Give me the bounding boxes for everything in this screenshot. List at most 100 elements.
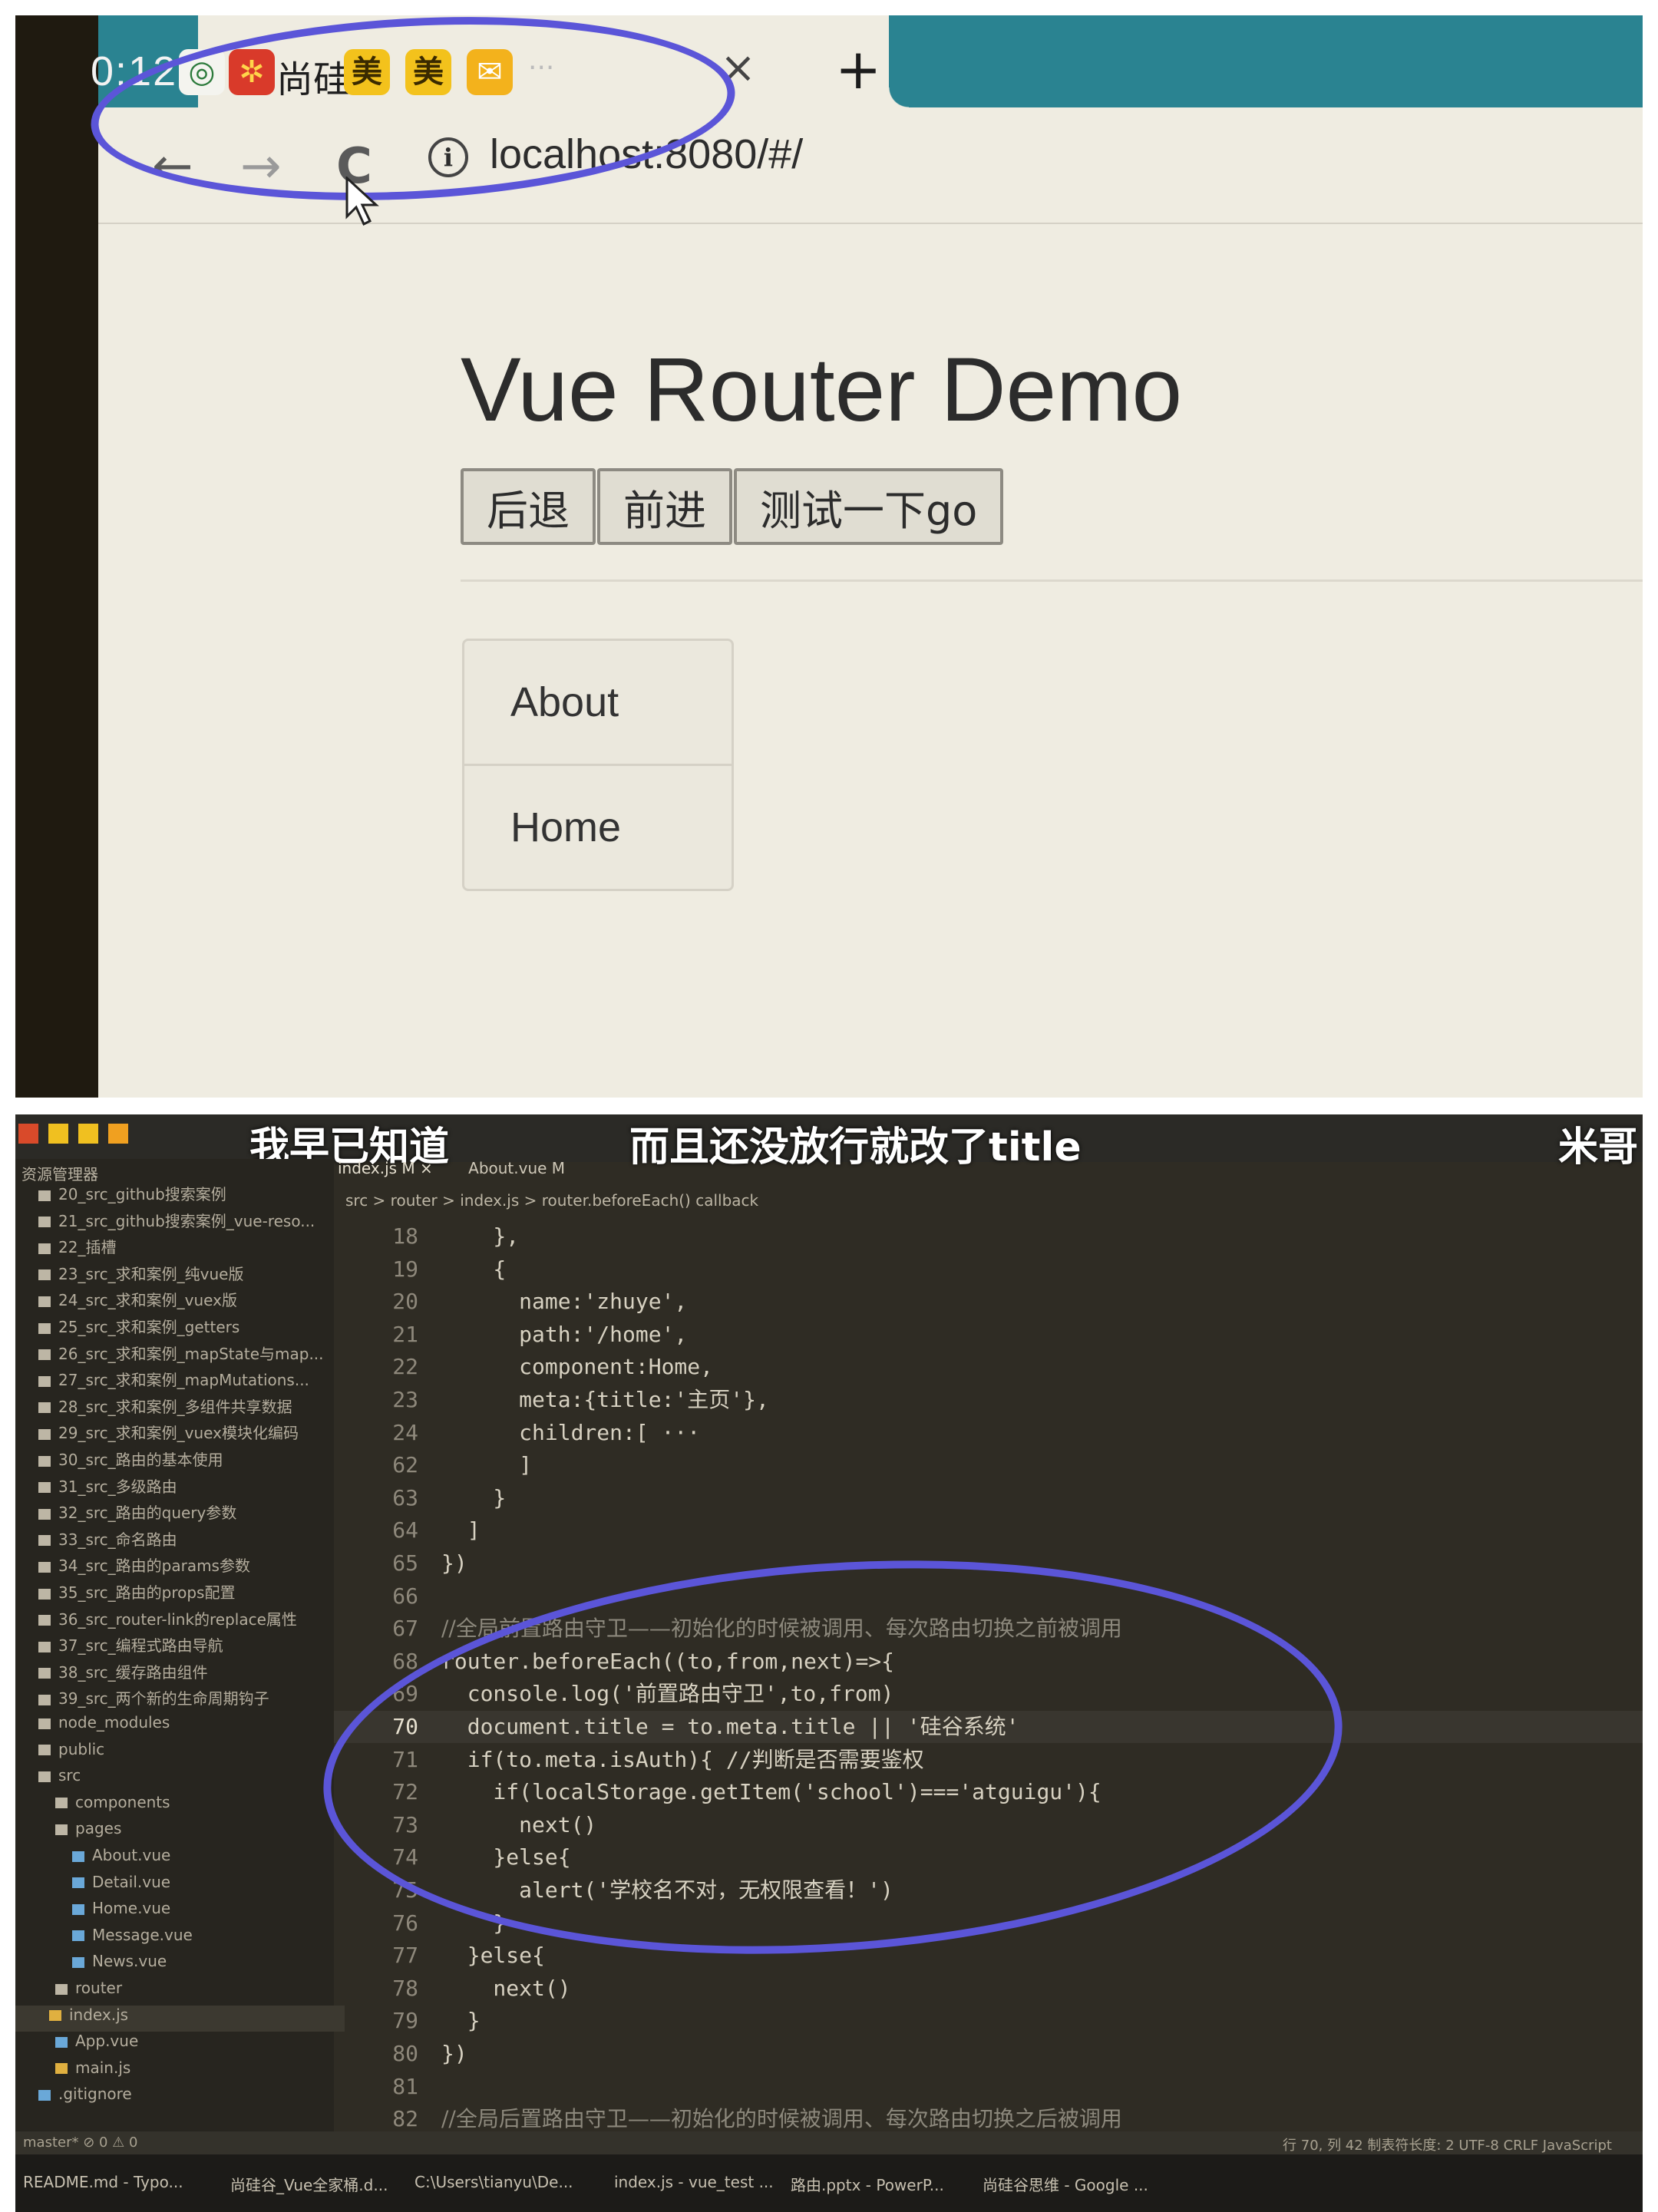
folder-icon <box>38 1217 51 1228</box>
taskbar-item[interactable]: 尚硅谷思维 - Google ... <box>983 2173 1148 2195</box>
router-link-home[interactable]: Home <box>464 764 732 889</box>
explorer-item-label: 21_src_github搜索案例_vue-reso... <box>58 1211 315 1230</box>
status-right[interactable]: 行 70, 列 42 制表符长度: 2 UTF-8 CRLF JavaScrip… <box>1283 2134 1612 2154</box>
code-line[interactable]: 63 } <box>334 1482 1643 1514</box>
explorer-folder-item[interactable]: 33_src_命名路由 <box>38 1527 177 1553</box>
code-line[interactable]: 78 next() <box>334 1973 1643 2005</box>
explorer-folder-item[interactable]: 37_src_编程式路由导航 <box>38 1633 223 1659</box>
explorer-item-label: 33_src_命名路由 <box>58 1530 177 1549</box>
taskbar-item[interactable]: C:\Users\tianyu\De... <box>414 2173 573 2191</box>
taskbar-item[interactable]: index.js - vue_test ... <box>614 2173 774 2191</box>
code-line[interactable]: 22 component:Home, <box>334 1351 1643 1383</box>
explorer-folder-item[interactable]: components <box>38 1793 170 1819</box>
folder-icon <box>38 1190 51 1201</box>
explorer-item-label: pages <box>75 1819 122 1838</box>
code-line[interactable]: 81 <box>334 2071 1643 2103</box>
explorer-folder-item[interactable]: 24_src_求和案例_vuex版 <box>38 1288 237 1314</box>
explorer-item-label: 37_src_编程式路由导航 <box>58 1636 223 1656</box>
explorer-folder-item[interactable]: 25_src_求和案例_getters <box>38 1315 239 1341</box>
folder-icon <box>38 1296 51 1307</box>
code-line[interactable]: 64 ] <box>334 1514 1643 1547</box>
folder-icon <box>38 1375 51 1387</box>
code-line[interactable]: 20 name:'zhuye', <box>334 1286 1643 1318</box>
explorer-folder-item[interactable]: pages <box>38 1819 121 1845</box>
explorer-folder-item[interactable]: 31_src_多级路由 <box>38 1474 177 1501</box>
explorer-file-item[interactable]: News.vue <box>38 1952 167 1978</box>
line-number: 21 <box>392 1321 418 1347</box>
file-icon <box>49 2010 61 2022</box>
explorer-folder-item[interactable]: public <box>38 1740 104 1766</box>
line-number: 62 <box>392 1452 418 1478</box>
explorer-folder-item[interactable]: src <box>38 1766 81 1792</box>
code-line[interactable]: 21 path:'/home', <box>334 1319 1643 1351</box>
code-line[interactable]: 18 }, <box>334 1220 1643 1253</box>
explorer-folder-item[interactable]: 36_src_router-link的replace属性 <box>38 1607 297 1633</box>
explorer-folder-item[interactable]: router <box>38 1979 122 2005</box>
explorer-folder-item[interactable]: 29_src_求和案例_vuex模块化编码 <box>38 1421 299 1447</box>
code-line[interactable]: 79 } <box>334 2005 1643 2037</box>
code-line[interactable]: 19 { <box>334 1253 1643 1286</box>
mouse-cursor-icon <box>345 177 379 226</box>
explorer-file-item[interactable]: Message.vue <box>38 1926 193 1952</box>
explorer-file-item[interactable]: App.vue <box>38 2032 138 2058</box>
folder-icon <box>38 1641 51 1652</box>
explorer-file-item[interactable]: main.js <box>38 2058 130 2085</box>
explorer-item-label: 38_src_缓存路由组件 <box>58 1662 208 1682</box>
code-line[interactable]: 82 //全局后置路由守卫——初始化的时候被调用、每次路由切换之后被调用 <box>334 2103 1643 2135</box>
explorer-file-item[interactable]: Home.vue <box>38 1899 170 1925</box>
explorer-item-label: 27_src_求和案例_mapMutations... <box>58 1371 309 1390</box>
explorer-folder-item[interactable]: 26_src_求和案例_mapState与map... <box>38 1342 324 1368</box>
taskbar-item[interactable]: 路由.pptx - PowerP... <box>791 2173 944 2195</box>
explorer-header: 资源管理器 <box>21 1165 98 1184</box>
file-icon <box>55 2036 68 2048</box>
code-line[interactable]: 77 }else{ <box>334 1940 1643 1972</box>
explorer-folder-item[interactable]: 28_src_求和案例_多组件共享数据 <box>38 1395 292 1421</box>
vscode-title-bar: 我早已知道 而且还没放行就改了title 米哥 <box>15 1114 1643 1170</box>
explorer-file-item[interactable]: .gitignore <box>38 2085 132 2111</box>
explorer-folder-item[interactable]: 39_src_两个新的生命周期钩子 <box>38 1686 269 1712</box>
code-line[interactable]: 80}) <box>334 2038 1643 2070</box>
taskbar-item[interactable]: README.md - Typo... <box>23 2173 183 2191</box>
explorer-folder-item[interactable]: 21_src_github搜索案例_vue-reso... <box>38 1209 315 1235</box>
folder-icon <box>38 1561 51 1573</box>
file-icon <box>72 1903 84 1915</box>
explorer-folder-item[interactable]: 32_src_路由的query参数 <box>38 1501 236 1527</box>
taskbar-item[interactable]: 尚硅谷_Vue全家桶.d... <box>230 2173 388 2195</box>
file-icon <box>72 1877 84 1889</box>
router-link-about[interactable]: About <box>464 641 732 764</box>
code-text: //全局后置路由守卫——初始化的时候被调用、每次路由切换之后被调用 <box>441 2106 1122 2132</box>
explorer-file-item[interactable]: Detail.vue <box>38 1873 170 1899</box>
new-tab-button[interactable]: + <box>835 37 881 101</box>
test-go-button[interactable]: 测试一下go <box>734 468 1004 545</box>
explorer-folder-item[interactable]: 27_src_求和案例_mapMutations... <box>38 1368 309 1394</box>
file-icon <box>72 1850 84 1862</box>
explorer-file-item[interactable]: index.js <box>15 2005 345 2032</box>
code-text: name:'zhuye', <box>441 1289 688 1315</box>
code-line[interactable]: 24 children:[ ··· <box>334 1417 1643 1449</box>
breadcrumb[interactable]: src > router > index.js > router.beforeE… <box>345 1191 758 1210</box>
tab-about-vue[interactable]: About.vue M <box>468 1159 565 1177</box>
explorer-folder-item[interactable]: 20_src_github搜索案例 <box>38 1182 226 1208</box>
explorer-folder-item[interactable]: 22_插槽 <box>38 1235 116 1261</box>
folder-icon <box>38 1615 51 1626</box>
tray-app-icon <box>18 1124 38 1144</box>
code-text: component:Home, <box>441 1354 714 1380</box>
code-line[interactable]: 23 meta:{title:'主页'}, <box>334 1384 1643 1416</box>
line-number: 78 <box>392 1975 418 2001</box>
explorer-file-item[interactable]: About.vue <box>38 1846 170 1872</box>
back-page-button[interactable]: 后退 <box>461 468 596 545</box>
forward-page-button[interactable]: 前进 <box>597 468 732 545</box>
explorer-folder-item[interactable]: 35_src_路由的props配置 <box>38 1580 235 1606</box>
explorer-folder-item[interactable]: 38_src_缓存路由组件 <box>38 1660 208 1686</box>
explorer-folder-item[interactable]: 34_src_路由的params参数 <box>38 1553 250 1580</box>
explorer-item-label: App.vue <box>75 2032 139 2051</box>
explorer-item-label: public <box>58 1739 105 1758</box>
line-number: 82 <box>392 2106 418 2132</box>
folder-icon <box>38 1694 51 1705</box>
explorer-folder-item[interactable]: 30_src_路由的基本使用 <box>38 1448 223 1474</box>
status-left[interactable]: master* ⊘ 0 ⚠ 0 <box>23 2134 137 2151</box>
explorer-folder-item[interactable]: node_modules <box>38 1713 170 1739</box>
explorer-folder-item[interactable]: 23_src_求和案例_纯vue版 <box>38 1262 243 1288</box>
tab-index-js[interactable]: index.js M × <box>338 1159 433 1177</box>
code-line[interactable]: 62 ] <box>334 1449 1643 1481</box>
